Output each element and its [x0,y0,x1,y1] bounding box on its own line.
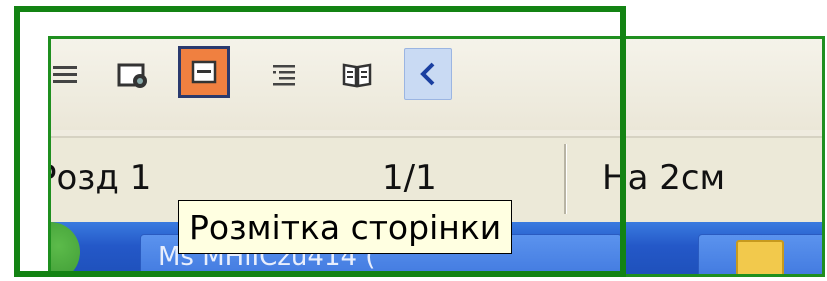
web-layout-icon [117,63,147,88]
status-separator [564,144,566,214]
section-indicator: Розд 1 [48,158,152,198]
outline-view-icon [273,65,295,86]
toolbar-options-button[interactable] [404,48,452,100]
position-indicator: На 2см [602,158,726,198]
print-layout-icon [191,60,217,84]
normal-view-button[interactable] [48,50,90,100]
chevron-left-icon [420,62,435,86]
normal-view-icon [53,66,77,83]
web-layout-button[interactable] [108,50,158,100]
start-button[interactable] [48,222,80,277]
tooltip: Розмітка сторінки [178,200,513,254]
outline-view-button[interactable] [260,50,310,100]
reading-layout-button[interactable] [332,50,382,100]
screenshot-stage: Розд 1 1/1 На 2см Ms MHlICzu414 ( Розміт… [0,0,827,281]
reading-layout-icon [342,63,372,88]
print-layout-button[interactable] [178,46,230,98]
view-toolbar [48,38,823,130]
page-indicator: 1/1 [382,158,437,198]
folder-icon [736,240,784,277]
